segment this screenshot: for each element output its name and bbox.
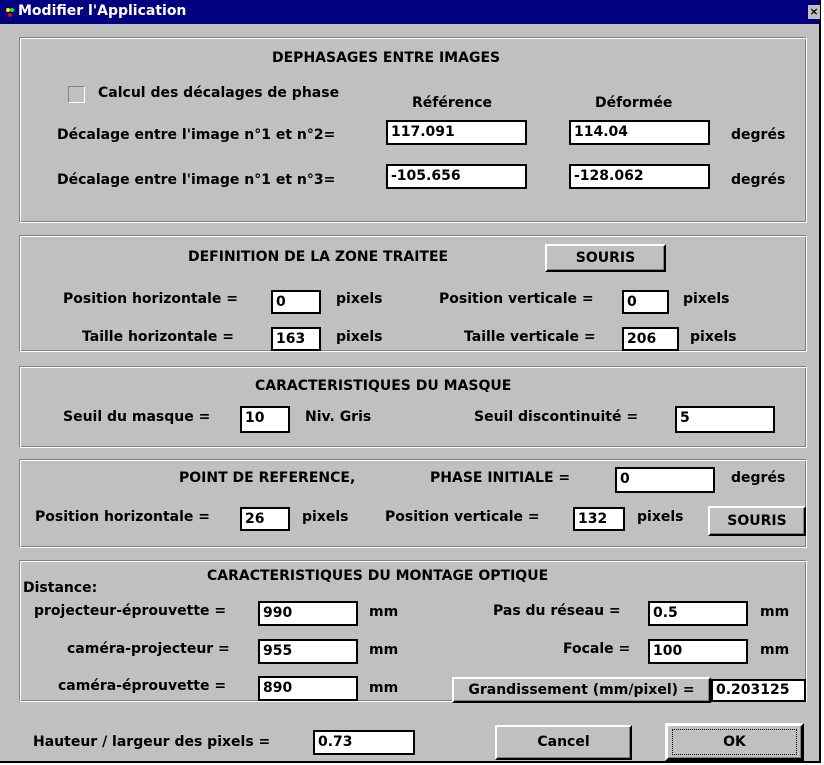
masque-group: CARACTERISTIQUES DU MASQUE Seuil du masq… [19, 366, 807, 448]
zone-pos-h-unit: pixels [336, 291, 383, 307]
grandissement-field[interactable]: 0.203125 [711, 679, 806, 702]
masque-heading: CARACTERISTIQUES DU MASQUE [255, 378, 512, 394]
phase-row1-reference-field[interactable]: 117.091 [386, 120, 527, 145]
col-deformee-header: Déformée [595, 95, 673, 111]
zone-souris-button[interactable]: SOURIS [545, 244, 666, 272]
zone-pos-v-field[interactable]: 0 [622, 290, 669, 314]
cancel-button[interactable]: Cancel [495, 725, 632, 760]
montage-focale-label: Focale = [563, 641, 631, 657]
reference-pos-v-field[interactable]: 132 [573, 507, 625, 531]
zone-size-v-label: Taille verticale = [464, 329, 596, 345]
montage-cam-proj-label: caméra-projecteur = [67, 641, 230, 657]
zone-size-h-label: Taille horizontale = [82, 329, 235, 345]
montage-proj-ep-unit: mm [369, 604, 399, 620]
phase-calc-checkbox-label: Calcul des décalages de phase [98, 85, 340, 101]
hauteur-largeur-field[interactable]: 0.73 [313, 730, 415, 755]
phase-row1-deformee-field[interactable]: 114.04 [569, 120, 710, 145]
montage-pas-label: Pas du réseau = [493, 603, 621, 619]
reference-pos-v-unit: pixels [637, 509, 684, 525]
phase-row2-deformee-field[interactable]: -128.062 [569, 164, 710, 189]
phase-row2-label: Décalage entre l'image n°1 et n°3= [57, 172, 336, 188]
masque-disc-field[interactable]: 5 [675, 406, 775, 433]
masque-disc-label: Seuil discontinuité = [474, 409, 639, 425]
grandissement-button[interactable]: Grandissement (mm/pixel) = [452, 677, 711, 703]
reference-pos-h-field[interactable]: 26 [240, 507, 290, 531]
reference-pos-v-label: Position verticale = [385, 509, 540, 525]
montage-distance-label: Distance: [23, 580, 98, 596]
ok-label: OK [723, 734, 746, 750]
window-title: Modifier l'Application [18, 3, 187, 19]
zone-size-v-field[interactable]: 206 [622, 327, 679, 351]
montage-cam-ep-label: caméra-éprouvette = [58, 678, 227, 694]
montage-cam-proj-field[interactable]: 955 [258, 639, 358, 664]
montage-heading: CARACTERISTIQUES DU MONTAGE OPTIQUE [207, 568, 549, 584]
montage-pas-unit: mm [760, 604, 790, 620]
zone-size-h-field[interactable]: 163 [271, 327, 321, 351]
montage-proj-ep-label: projecteur-éprouvette = [34, 603, 227, 619]
montage-proj-ep-field[interactable]: 990 [258, 601, 358, 626]
montage-group: CARACTERISTIQUES DU MONTAGE OPTIQUE Dist… [19, 560, 807, 703]
col-reference-header: Référence [412, 95, 493, 111]
dialog-window: Modifier l'Application × DEPHASAGES ENTR… [0, 0, 821, 763]
phase-calc-checkbox[interactable] [68, 86, 85, 103]
montage-cam-proj-unit: mm [369, 642, 399, 658]
phase-row1-unit: degrés [731, 127, 786, 143]
phase-row1-label: Décalage entre l'image n°1 et n°2= [57, 127, 336, 143]
reference-phase-label: PHASE INITIALE = [430, 470, 571, 486]
ok-button[interactable]: OK [665, 723, 804, 761]
close-icon[interactable]: × [808, 5, 820, 19]
hauteur-largeur-label: Hauteur / largeur des pixels = [33, 734, 271, 750]
zone-group: DEFINITION DE LA ZONE TRAITEE SOURIS Pos… [19, 235, 807, 352]
phase-group: DEPHASAGES ENTRE IMAGES Calcul des décal… [19, 37, 807, 223]
masque-seuil-field[interactable]: 10 [240, 406, 290, 433]
montage-focale-unit: mm [760, 642, 790, 658]
reference-pos-h-label: Position horizontale = [35, 509, 211, 525]
zone-size-h-unit: pixels [336, 329, 383, 345]
zone-pos-v-unit: pixels [683, 291, 730, 307]
phase-row2-reference-field[interactable]: -105.656 [386, 164, 527, 189]
montage-cam-ep-field[interactable]: 890 [258, 676, 358, 701]
zone-size-v-unit: pixels [690, 329, 737, 345]
montage-pas-field[interactable]: 0.5 [648, 601, 748, 626]
zone-pos-h-label: Position horizontale = [63, 291, 239, 307]
montage-focale-field[interactable]: 100 [648, 639, 748, 664]
app-icon [5, 6, 15, 18]
reference-souris-button[interactable]: SOURIS [708, 506, 806, 536]
reference-phase-field[interactable]: 0 [615, 467, 715, 493]
zone-heading: DEFINITION DE LA ZONE TRAITEE [188, 249, 449, 265]
reference-phase-unit: degrés [731, 470, 786, 486]
phase-heading: DEPHASAGES ENTRE IMAGES [272, 50, 501, 66]
masque-seuil-label: Seuil du masque = [63, 409, 211, 425]
zone-pos-v-label: Position verticale = [439, 291, 594, 307]
masque-seuil-unit: Niv. Gris [305, 409, 372, 425]
zone-pos-h-field[interactable]: 0 [271, 290, 321, 314]
phase-row2-unit: degrés [731, 172, 786, 188]
reference-pos-h-unit: pixels [302, 509, 349, 525]
montage-cam-ep-unit: mm [369, 680, 399, 696]
reference-group: POINT DE REFERENCE, PHASE INITIALE = 0 d… [19, 459, 807, 548]
title-bar[interactable]: Modifier l'Application × [0, 0, 820, 24]
reference-heading: POINT DE REFERENCE, [179, 470, 356, 486]
